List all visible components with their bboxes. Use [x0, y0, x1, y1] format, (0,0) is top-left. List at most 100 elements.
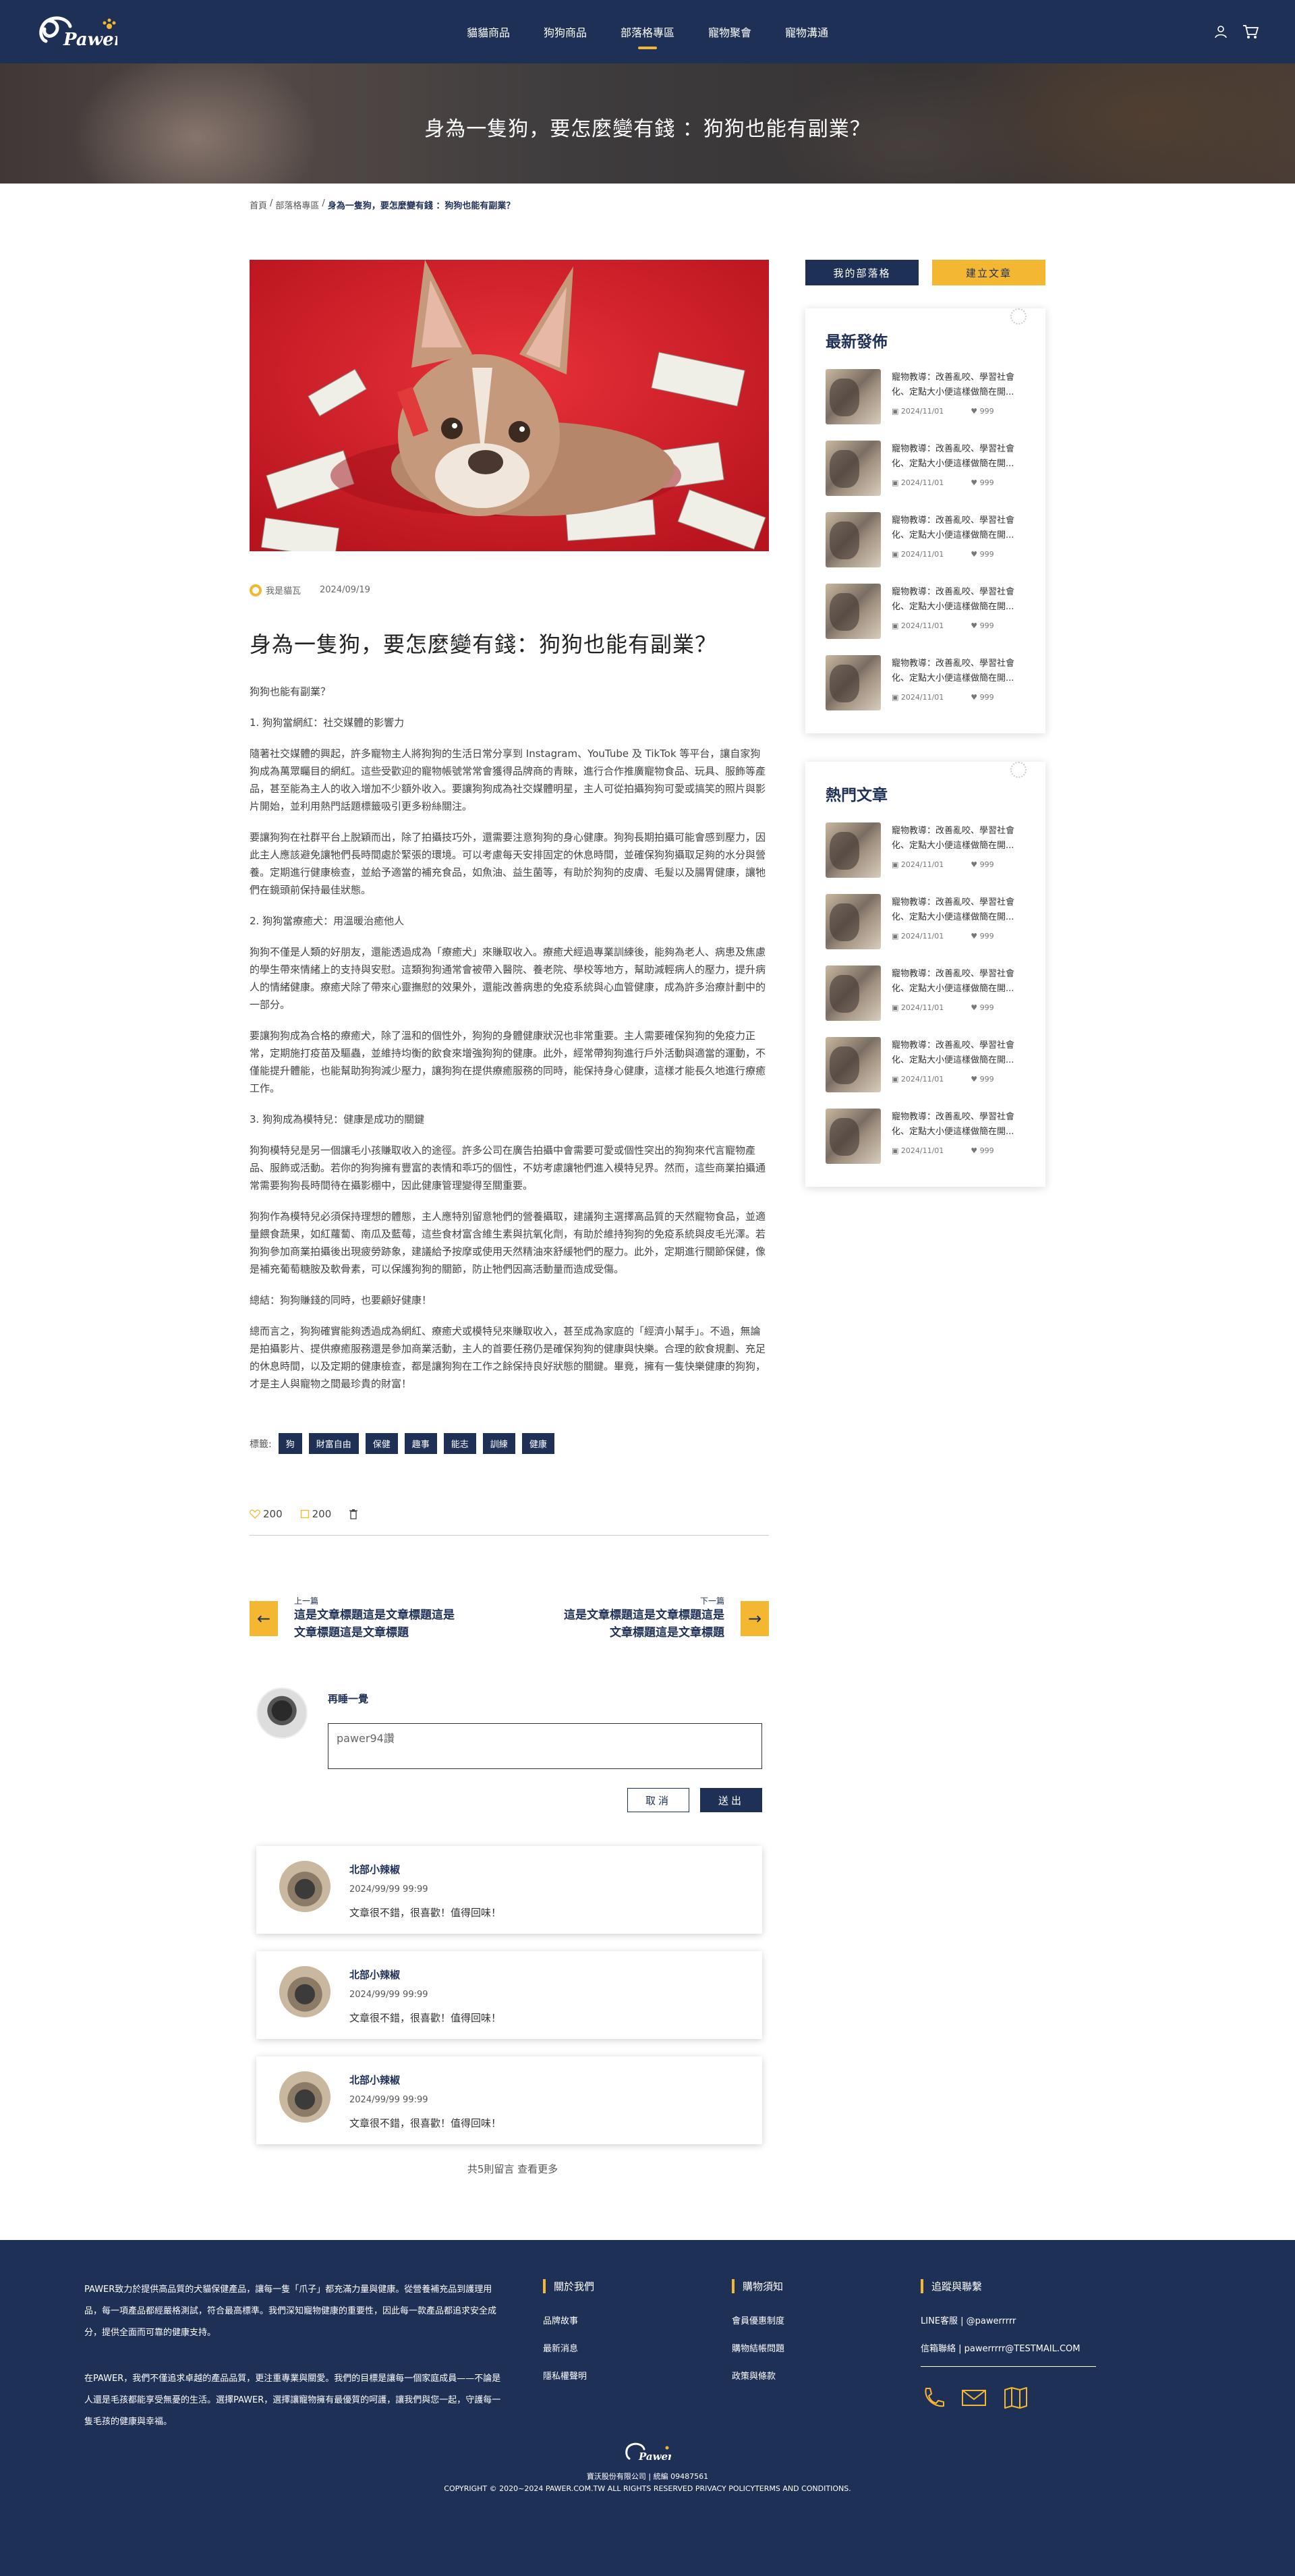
footer-link-policy[interactable]: 政策與條款	[732, 2369, 921, 2382]
sidebar-post-item[interactable]: 寵物教導：改善亂咬、學習社會化、定點大小便這樣做簡在開... ▣ 2024/11…	[826, 822, 1025, 878]
footer-logo[interactable]: Pawer	[624, 2440, 674, 2468]
cancel-button[interactable]: 取消	[627, 1788, 689, 1812]
footer-mail-contact[interactable]: 信箱聯絡 | pawerrrrr@TESTMAIL.COM	[921, 2341, 1096, 2367]
article-title: 身為一隻狗，要怎麼變有錢：狗狗也能有副業？	[250, 632, 718, 657]
sidebar-post-item[interactable]: 寵物教導：改善亂咬、學習社會化、定點大小便這樣做簡在開... ▣ 2024/11…	[826, 965, 1025, 1021]
latest-posts-card: 最新發佈 寵物教導：改善亂咬、學習社會化、定點大小便這樣做簡在開... ▣ 20…	[805, 308, 1045, 733]
article-reactions: 200 200	[250, 1508, 769, 1536]
heart-icon	[250, 1509, 260, 1519]
cart-icon[interactable]	[1242, 24, 1259, 39]
footer-shopping-column: 購物須知 會員優惠制度 購物結帳問題 政策與條款	[732, 2279, 921, 2457]
view-more-comments-link[interactable]: 共5則留言 查看更多	[256, 2162, 769, 2176]
map-icon[interactable]	[1003, 2386, 1029, 2410]
arrow-left-icon: ←	[250, 1600, 278, 1636]
nav-cat-products[interactable]: 貓貓商品	[467, 18, 510, 45]
phone-icon[interactable]	[921, 2386, 945, 2410]
bookmark-button[interactable]: 200	[300, 1508, 331, 1520]
breadcrumb-separator: /	[270, 198, 273, 208]
post-date: ▣ 2024/11/01	[892, 621, 944, 630]
sidebar-post-item[interactable]: 寵物教導：改善亂咬、學習社會化、定點大小便這樣做簡在開... ▣ 2024/11…	[826, 655, 1025, 710]
tag-chip[interactable]: 訓練	[482, 1433, 515, 1454]
post-title: 寵物教導：改善亂咬、學習社會化、定點大小便這樣做簡在開...	[892, 515, 1015, 540]
post-title: 寵物教導：改善亂咬、學習社會化、定點大小便這樣做簡在開...	[892, 826, 1015, 851]
post-likes: ♥ 999	[971, 932, 994, 941]
post-likes: ♥ 999	[971, 478, 994, 487]
prev-post-link[interactable]: ← 上一篇 這是文章標題這是文章標題這是文章標題這是文章標題	[250, 1595, 456, 1642]
sidebar-post-item[interactable]: 寵物教導：改善亂咬、學習社會化、定點大小便這樣做簡在開... ▣ 2024/11…	[826, 369, 1025, 424]
footer-about-column: 關於我們 品牌故事 最新消息 隱私權聲明	[543, 2279, 732, 2457]
comment-author[interactable]: 北部小辣椒	[349, 1967, 501, 1982]
nav-blog[interactable]: 部落格專區	[621, 18, 674, 45]
post-title: 寵物教導：改善亂咬、學習社會化、定點大小便這樣做簡在開...	[892, 897, 1015, 922]
nav-dog-products[interactable]: 狗狗商品	[544, 18, 587, 45]
tag-chip[interactable]: 能志	[443, 1433, 476, 1454]
footer-about-title: 關於我們	[543, 2279, 732, 2293]
article-main: 我是貓瓦 2024/09/19 身為一隻狗，要怎麼變有錢：狗狗也能有副業？ 狗狗…	[250, 260, 769, 2176]
avatar	[279, 2071, 330, 2123]
tag-chip[interactable]: 健康	[521, 1433, 554, 1454]
tag-chip[interactable]: 保健	[365, 1433, 398, 1454]
post-thumbnail	[826, 1109, 881, 1164]
sidebar-post-item[interactable]: 寵物教導：改善亂咬、學習社會化、定點大小便這樣做簡在開... ▣ 2024/11…	[826, 894, 1025, 949]
post-date: ▣ 2024/11/01	[892, 860, 944, 869]
submit-button[interactable]: 送出	[700, 1788, 762, 1812]
post-likes: ♥ 999	[971, 621, 994, 630]
like-button[interactable]: 200	[250, 1508, 283, 1520]
header-icons	[1214, 24, 1259, 39]
user-icon[interactable]	[1214, 25, 1228, 38]
article-paragraph: 狗狗不僅是人類的好朋友，還能透過成為「療癒犬」來賺取收入。療癒犬經過專業訓練後，…	[250, 946, 766, 1011]
sidebar-post-item[interactable]: 寵物教導：改善亂咬、學習社會化、定點大小便這樣做簡在開... ▣ 2024/11…	[826, 584, 1025, 639]
article-heading: 總結：狗狗賺錢的同時，也要顧好健康！	[250, 1294, 432, 1306]
footer-link-privacy[interactable]: 隱私權聲明	[543, 2369, 732, 2382]
breadcrumb-home[interactable]: 首頁	[250, 198, 267, 211]
next-post-link[interactable]: 下一篇 這是文章標題這是文章標題這是文章標題這是文章標題 →	[563, 1595, 769, 1642]
post-date: ▣ 2024/11/01	[892, 407, 944, 416]
create-article-button[interactable]: 建立文章	[932, 260, 1045, 285]
footer-link-checkout[interactable]: 購物結帳問題	[732, 2341, 921, 2354]
sidebar-post-item[interactable]: 寵物教導：改善亂咬、學習社會化、定點大小便這樣做簡在開... ▣ 2024/11…	[826, 512, 1025, 567]
post-likes: ♥ 999	[971, 1146, 994, 1155]
trash-icon[interactable]	[349, 1509, 358, 1519]
main-nav: 貓貓商品 狗狗商品 部落格專區 寵物聚會 寵物溝通	[0, 0, 1295, 63]
article-author[interactable]: 我是貓瓦	[250, 584, 301, 596]
tag-chip[interactable]: 財富自由	[308, 1433, 359, 1454]
svg-text:Pawer: Pawer	[63, 30, 117, 50]
footer-link-news[interactable]: 最新消息	[543, 2341, 732, 2354]
breadcrumb-blog[interactable]: 部落格專區	[275, 198, 319, 211]
comment-date: 2024/99/99 99:99	[349, 1990, 428, 2000]
footer-link-brand-story[interactable]: 品牌故事	[543, 2314, 732, 2326]
comment-author[interactable]: 北部小辣椒	[349, 2073, 501, 2087]
article-meta: 我是貓瓦 2024/09/19	[250, 584, 769, 596]
footer-link-member[interactable]: 會員優惠制度	[732, 2314, 921, 2326]
pawer-logo[interactable]: Pawer	[36, 11, 117, 52]
post-thumbnail	[826, 894, 881, 949]
sidebar: 我的部落格 建立文章 最新發佈 寵物教導：改善亂咬、學習社會化、定點大小便這樣做…	[805, 260, 1045, 2176]
avatar	[279, 1861, 330, 1912]
top-navbar: Pawer 貓貓商品 狗狗商品 部落格專區 寵物聚會 寵物溝通	[0, 0, 1295, 63]
arrow-right-icon: →	[741, 1600, 769, 1636]
post-title: 寵物教導：改善亂咬、學習社會化、定點大小便這樣做簡在開...	[892, 969, 1015, 994]
comment-author[interactable]: 北部小辣椒	[349, 1862, 501, 1876]
prev-label: 上一篇	[294, 1596, 319, 1606]
sidebar-post-item[interactable]: 寵物教導：改善亂咬、學習社會化、定點大小便這樣做簡在開... ▣ 2024/11…	[826, 441, 1025, 496]
footer-desc-paragraph: 在PAWER，我們不僅追求卓越的產品品質，更注重專業與關愛。我們的目標是讓每一個…	[84, 2374, 501, 2427]
article-paragraph: 總而言之，狗狗確實能夠透過成為網紅、療癒犬或模特兒來賺取收入，甚至成為家庭的「經…	[250, 1325, 766, 1390]
footer-company: 寶沃股份有限公司 | 統編 09487561	[586, 2472, 709, 2481]
my-blog-button[interactable]: 我的部落格	[805, 260, 919, 285]
footer-line-contact[interactable]: LINE客服 | @pawerrrrr	[921, 2314, 1110, 2326]
post-likes: ♥ 999	[971, 407, 994, 416]
post-thumbnail	[826, 822, 881, 878]
comment-input[interactable]: pawer94讚	[328, 1723, 762, 1769]
post-thumbnail	[826, 441, 881, 496]
tag-chip[interactable]: 狗	[278, 1433, 302, 1454]
nav-pet-communication[interactable]: 寵物溝通	[785, 18, 828, 45]
like-count: 200	[263, 1508, 283, 1520]
post-date: ▣ 2024/11/01	[892, 478, 944, 487]
nav-pet-meetup[interactable]: 寵物聚會	[708, 18, 751, 45]
sidebar-post-item[interactable]: 寵物教導：改善亂咬、學習社會化、定點大小便這樣做簡在開... ▣ 2024/11…	[826, 1037, 1025, 1092]
tag-chip[interactable]: 趣事	[404, 1433, 437, 1454]
post-thumbnail	[826, 655, 881, 710]
footer-copyright: COPYRIGHT © 2020~2024 PAWER.COM.TW ALL R…	[444, 2484, 851, 2493]
sidebar-post-item[interactable]: 寵物教導：改善亂咬、學習社會化、定點大小便這樣做簡在開... ▣ 2024/11…	[826, 1109, 1025, 1164]
mail-icon[interactable]	[961, 2386, 987, 2410]
